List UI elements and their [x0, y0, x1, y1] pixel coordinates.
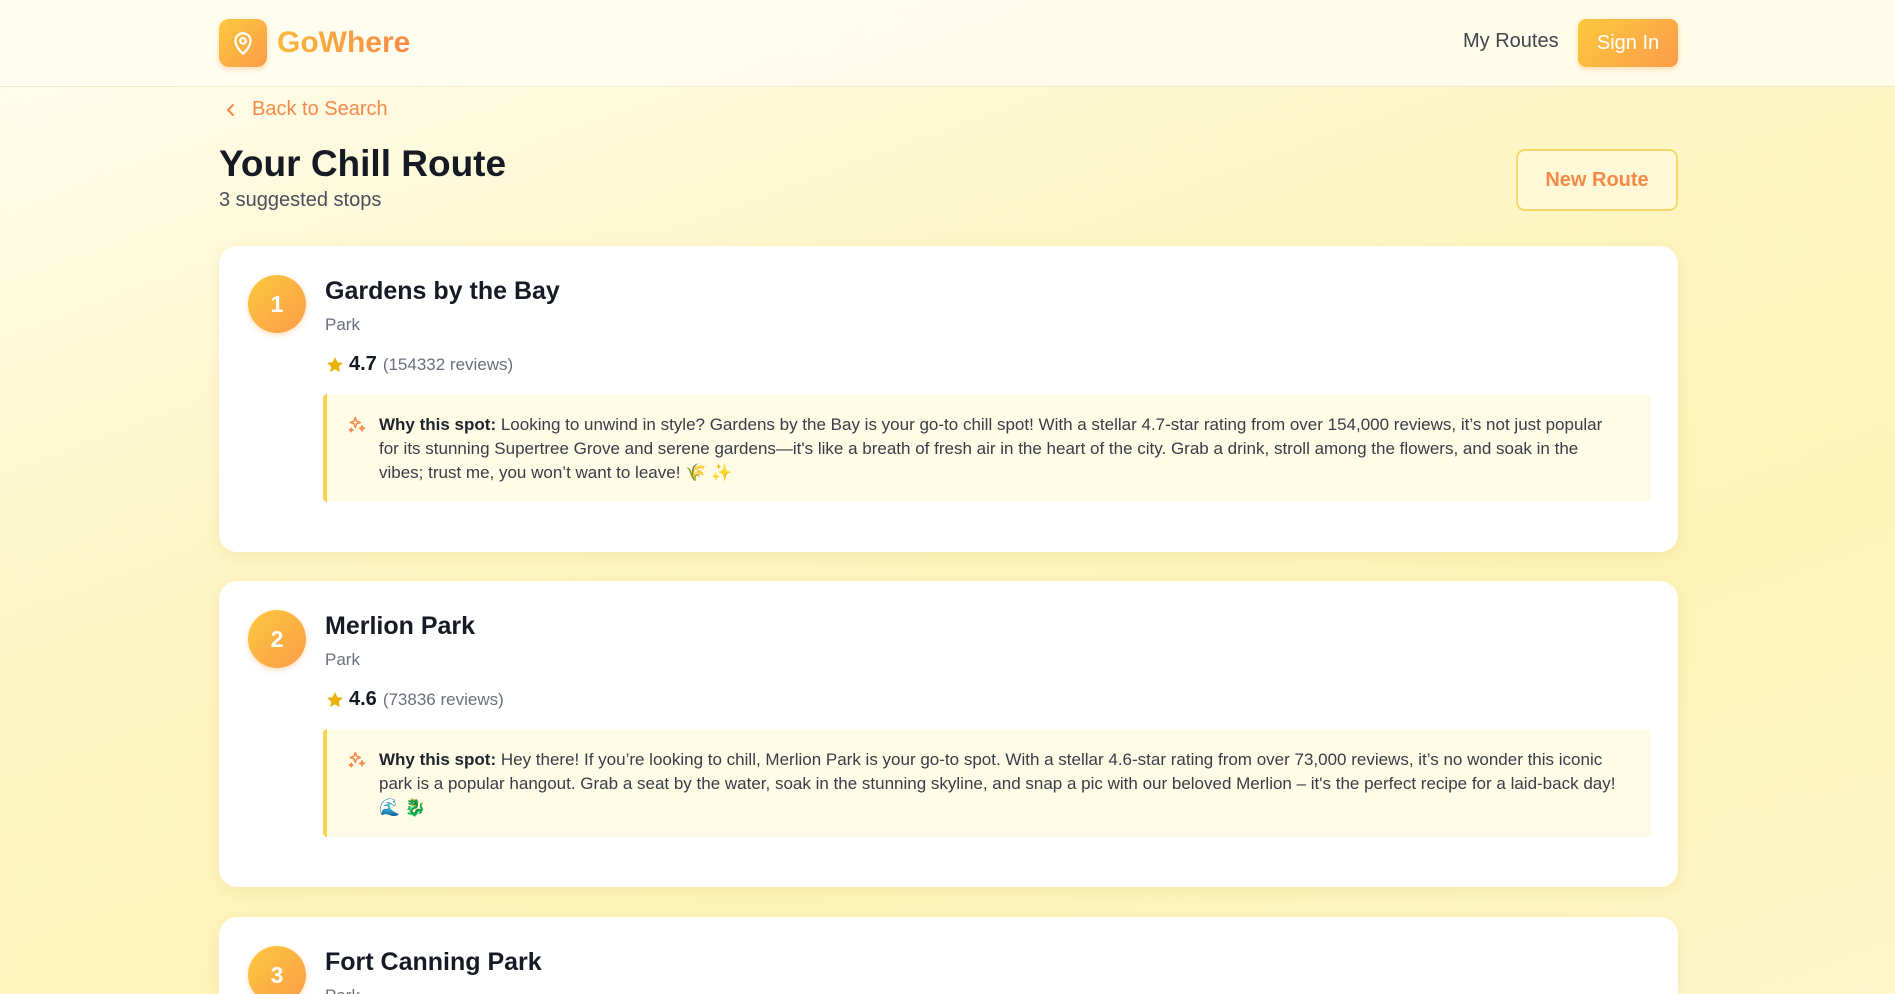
page-subtitle: 3 suggested stops — [219, 189, 382, 211]
stop-card: 3 Fort Canning Park Park — [219, 917, 1678, 994]
back-to-search-link[interactable]: Back to Search — [224, 98, 388, 121]
why-this-spot-box: Why this spot: Hey there! If you’re look… — [323, 729, 1651, 837]
chevron-left-icon — [227, 103, 234, 116]
sparkles-icon — [348, 416, 366, 433]
new-route-button[interactable]: New Route — [1516, 149, 1678, 211]
rating-score: 4.6 — [349, 688, 377, 710]
star-icon — [327, 691, 343, 707]
sign-in-button[interactable]: Sign In — [1578, 19, 1678, 67]
stop-category: Park — [325, 315, 360, 334]
brand-logo[interactable]: GoWhere — [219, 19, 410, 67]
why-text: Looking to unwind in style? Gardens by t… — [379, 415, 1603, 482]
stop-name: Fort Canning Park — [325, 948, 542, 976]
map-pin-icon — [219, 19, 267, 67]
stop-category: Park — [325, 650, 360, 669]
why-this-spot-box: Why this spot: Looking to unwind in styl… — [323, 394, 1651, 502]
star-icon — [327, 356, 343, 372]
stop-name: Merlion Park — [325, 612, 476, 640]
brand-name: GoWhere — [277, 26, 411, 59]
stop-rating: 4.6 (73836 reviews) — [325, 688, 504, 711]
page-title: Your Chill Route — [219, 143, 507, 184]
rating-score: 4.7 — [349, 353, 377, 375]
top-header: GoWhere My Routes Sign In — [0, 0, 1895, 87]
stop-category: Park — [325, 986, 360, 994]
stop-rating: 4.7 (154332 reviews) — [325, 353, 513, 376]
review-count: (73836 reviews) — [382, 689, 504, 709]
why-text: Hey there! If you’re looking to chill, M… — [379, 750, 1616, 817]
stop-number-badge: 1 — [248, 275, 306, 333]
sparkles-icon — [348, 751, 366, 768]
why-label: Why this spot: — [379, 750, 497, 769]
back-to-search-label: Back to Search — [252, 98, 388, 120]
stop-number-badge: 2 — [248, 610, 306, 668]
stop-card: 2 Merlion Park Park 4.6 (73836 reviews) … — [219, 581, 1678, 887]
review-count: (154332 reviews) — [382, 354, 514, 374]
why-label: Why this spot: — [379, 415, 497, 434]
stop-name: Gardens by the Bay — [325, 277, 560, 305]
stop-number-badge: 3 — [248, 946, 306, 994]
stop-card: 1 Gardens by the Bay Park 4.7 (154332 re… — [219, 246, 1678, 552]
my-routes-link[interactable]: My Routes — [1463, 30, 1559, 53]
